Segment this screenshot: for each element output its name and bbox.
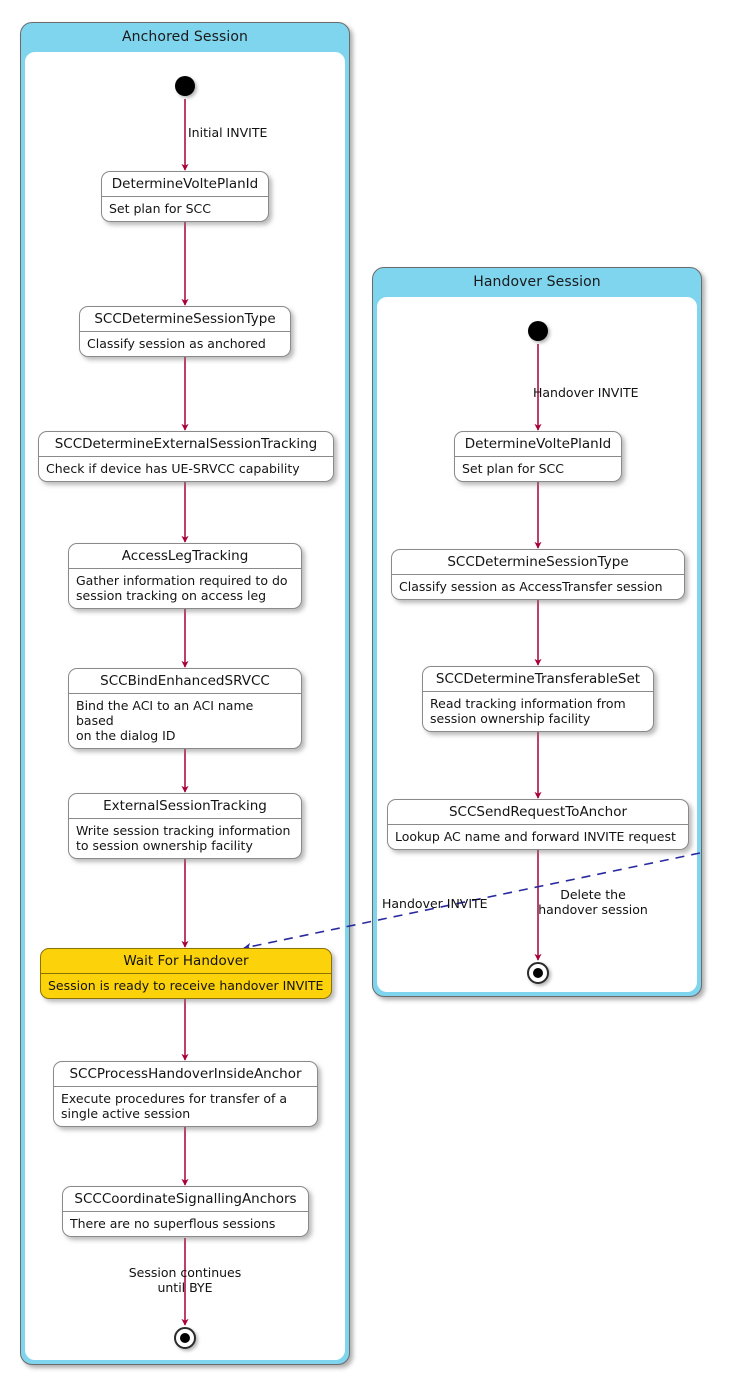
state-description: Set plan for SCC — [109, 201, 212, 216]
anchored-end-state[interactable] — [174, 1327, 196, 1349]
state-title: SCCDetermineSessionType — [392, 550, 684, 575]
state-title: SCCCoordinateSignallingAnchors — [63, 1187, 308, 1212]
transition-label-line1: Delete the — [560, 887, 626, 902]
state-accesslegtracking[interactable]: AccessLegTracking Gather information req… — [68, 543, 302, 609]
state-sccdeterminesessiontype-handover[interactable]: SCCDetermineSessionType Classify session… — [391, 549, 685, 600]
composite-title-handover-session: Handover Session — [473, 274, 601, 290]
state-description: Write session tracking information to ses… — [76, 823, 291, 853]
state-sccdeterminetransferableset[interactable]: SCCDetermineTransferableSet Read trackin… — [422, 666, 654, 732]
state-title: SCCProcessHandoverInsideAnchor — [54, 1062, 317, 1087]
state-wait-for-handover[interactable]: Wait For Handover Session is ready to re… — [40, 948, 332, 999]
transition-label-initial-invite: Initial INVITE — [188, 125, 268, 140]
state-title: SCCDetermineExternalSessionTracking — [39, 432, 333, 457]
anchored-start-state[interactable] — [175, 76, 195, 96]
state-title: SCCSendRequestToAnchor — [388, 800, 688, 825]
state-sccprocesshandoverinsideanchor[interactable]: SCCProcessHandoverInsideAnchor Execute p… — [53, 1061, 318, 1127]
handover-end-state[interactable] — [527, 962, 549, 984]
diagram-canvas: Anchored Session Handover Session Determ… — [0, 0, 736, 1389]
handover-start-state[interactable] — [528, 321, 548, 341]
composite-title-anchored-session: Anchored Session — [121, 29, 248, 45]
state-determinevolteplanid-anchored[interactable]: DetermineVoltePlanId Set plan for SCC — [101, 171, 269, 222]
transition-label-cross-handover-invite: Handover INVITE — [382, 896, 488, 911]
state-description: Lookup AC name and forward INVITE reques… — [395, 829, 676, 844]
state-description: Bind the ACI to an ACI name based on the … — [76, 698, 254, 743]
state-description: Classify session as AccessTransfer sessi… — [399, 579, 663, 594]
state-title: SCCDetermineTransferableSet — [423, 667, 653, 692]
state-sccdeterminesessiontype-anchored[interactable]: SCCDetermineSessionType Classify session… — [79, 306, 291, 357]
state-determinevolteplanid-handover[interactable]: DetermineVoltePlanId Set plan for SCC — [454, 431, 622, 482]
state-title: SCCBindEnhancedSRVCC — [69, 669, 301, 694]
state-description: Read tracking information from session ow… — [430, 696, 626, 726]
state-title: AccessLegTracking — [69, 544, 301, 569]
state-scccoordinatesignallinganchors[interactable]: SCCCoordinateSignallingAnchors There are… — [62, 1186, 309, 1237]
transition-label-line2: handover session — [538, 902, 648, 917]
state-description: Execute procedures for transfer of a sing… — [61, 1091, 288, 1121]
state-title: ExternalSessionTracking — [69, 794, 301, 819]
state-externalsessiontracking[interactable]: ExternalSessionTracking Write session tr… — [68, 793, 302, 859]
state-description: There are no superflous sessions — [70, 1216, 276, 1231]
state-title: Wait For Handover — [41, 949, 331, 974]
state-sccsendrequesttoanchor[interactable]: SCCSendRequestToAnchor Lookup AC name an… — [387, 799, 689, 850]
state-description: Set plan for SCC — [462, 461, 565, 476]
state-description: Session is ready to receive handover INV… — [48, 978, 324, 993]
state-sccbindenhancedsrvcc[interactable]: SCCBindEnhancedSRVCC Bind the ACI to an … — [68, 668, 302, 749]
state-description: Classify session as anchored — [87, 336, 266, 351]
transition-label-session-continues: Session continues until BYE — [110, 1265, 260, 1295]
state-title: DetermineVoltePlanId — [102, 172, 268, 197]
state-title: SCCDetermineSessionType — [80, 307, 290, 332]
transition-label-line1: Session continues — [128, 1265, 242, 1280]
transition-label-handover-invite: Handover INVITE — [533, 385, 639, 400]
state-sccdetermineexternalsessiontracking[interactable]: SCCDetermineExternalSessionTracking Chec… — [38, 431, 334, 482]
transition-label-delete-handover-session: Delete the handover session — [517, 887, 669, 917]
state-description: Check if device has UE-SRVCC capability — [46, 461, 300, 476]
state-description: Gather information required to do session… — [76, 573, 288, 603]
transition-label-line2: until BYE — [157, 1280, 213, 1295]
state-title: DetermineVoltePlanId — [455, 432, 621, 457]
